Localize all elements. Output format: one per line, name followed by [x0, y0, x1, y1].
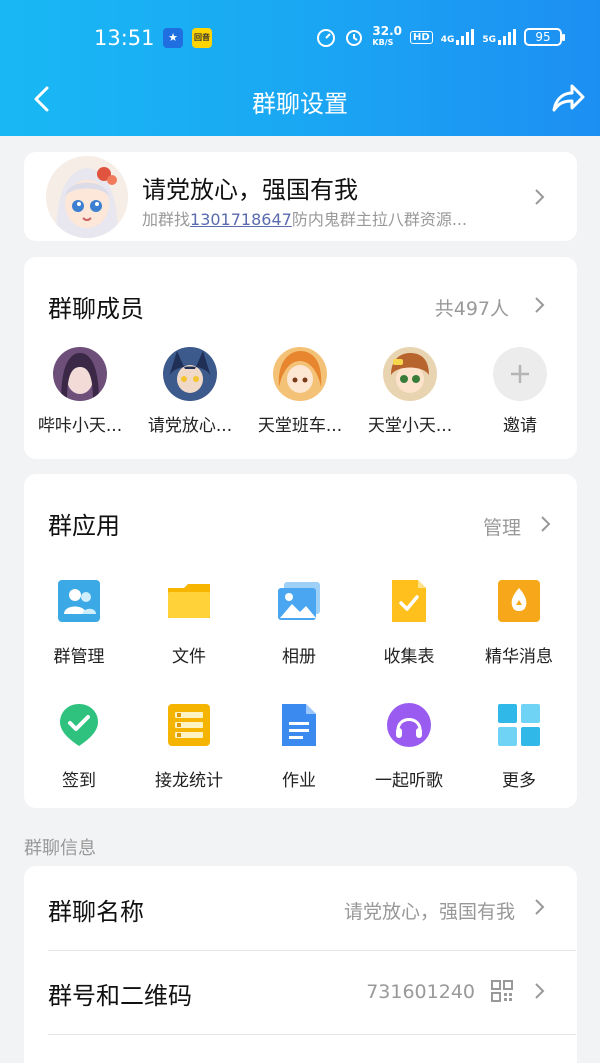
group-info-section-label: 群聊信息 — [24, 838, 96, 859]
app-album[interactable]: 相册 — [244, 578, 354, 667]
chevron-right-icon — [535, 983, 545, 999]
apps-manage-link[interactable]: 管理 — [483, 513, 521, 540]
app-label: 接龙统计 — [155, 771, 223, 791]
app-homework[interactable]: 作业 — [244, 702, 354, 791]
speedometer-icon — [317, 29, 336, 47]
status-time: 13:51 — [94, 26, 155, 50]
member-avatar — [273, 347, 327, 401]
status-indicators: 32.0 KB/S HD 4G 5G 95 — [316, 24, 565, 48]
row-divider — [48, 1034, 576, 1035]
member-item[interactable]: 请党放心... — [135, 347, 245, 436]
group-name: 请党放心，强国有我 — [142, 176, 358, 204]
app-label: 文件 — [172, 647, 206, 667]
group-id-value: 731601240 — [366, 981, 475, 1003]
app-listen-together[interactable]: 一起听歌 — [354, 702, 464, 791]
headphones-icon — [387, 703, 431, 747]
signal-4g: 4G — [441, 29, 475, 45]
group-id-qr-row[interactable]: 群号和二维码 731601240 — [24, 950, 577, 1034]
invite-member-button[interactable]: 邀请 — [465, 347, 575, 436]
member-item[interactable]: 天堂小天... — [355, 347, 465, 436]
app-collect-form[interactable]: 收集表 — [354, 578, 464, 667]
status-bar: 13:51 ★ 回音 32.0 KB/S HD 4G 5G 95 — [0, 22, 600, 56]
app-group-manage[interactable]: 群管理 — [24, 578, 134, 667]
app-solitaire[interactable]: 接龙统计 — [134, 702, 244, 791]
app-notification-icon-2: 回音 — [192, 28, 212, 48]
group-profile-card[interactable]: 请党放心，强国有我 加群找1301718647防内鬼群主拉八群资源... — [24, 152, 577, 241]
member-name: 天堂班车... — [257, 416, 343, 436]
qr-code-icon — [491, 980, 513, 1002]
chevron-right-icon — [535, 189, 545, 205]
album-icon — [278, 582, 320, 620]
header-bar: 13:51 ★ 回音 32.0 KB/S HD 4G 5G 95 群聊设置 — [0, 0, 600, 136]
group-name-label: 群聊名称 — [48, 898, 144, 926]
app-label: 群管理 — [53, 647, 105, 667]
group-id-label: 群号和二维码 — [48, 982, 192, 1010]
solitaire-icon — [168, 704, 210, 746]
app-more[interactable]: 更多 — [464, 702, 574, 791]
share-icon[interactable] — [550, 82, 586, 114]
app-files[interactable]: 文件 — [134, 578, 244, 667]
signal-bars-icon-2 — [498, 29, 516, 45]
folder-icon — [168, 584, 210, 618]
apps-title: 群应用 — [48, 512, 120, 540]
homework-icon — [282, 704, 316, 746]
alarm-icon — [346, 30, 363, 46]
app-label: 相册 — [282, 647, 316, 667]
app-notification-icon: ★ — [163, 28, 183, 48]
group-avatar[interactable] — [46, 156, 128, 238]
member-count[interactable]: 共497人 — [435, 294, 509, 321]
member-name: 哔咔小天... — [37, 416, 123, 436]
group-avatar-image — [46, 156, 128, 238]
group-name-value: 请党放心，强国有我 — [343, 901, 515, 923]
member-avatar — [53, 347, 107, 401]
add-member-icon — [493, 347, 547, 401]
member-avatar — [383, 347, 437, 401]
app-check-in[interactable]: 签到 — [24, 702, 134, 791]
member-item[interactable]: 天堂班车... — [245, 347, 355, 436]
group-description: 加群找1301718647防内鬼群主拉八群资源... — [142, 210, 468, 229]
app-label: 收集表 — [383, 647, 435, 667]
essence-icon — [498, 580, 540, 622]
member-name: 请党放心... — [147, 416, 233, 436]
app-label: 一起听歌 — [375, 771, 443, 791]
battery-indicator: 95 — [524, 28, 565, 46]
member-item[interactable]: 哔咔小天... — [25, 347, 135, 436]
page-title: 群聊设置 — [252, 90, 348, 118]
app-essence[interactable]: 精华消息 — [464, 578, 574, 667]
network-speed: 32.0 KB/S — [372, 24, 403, 47]
app-label: 更多 — [502, 771, 536, 791]
group-name-row[interactable]: 群聊名称 请党放心，强国有我 — [24, 866, 577, 950]
more-grid-icon — [498, 704, 540, 746]
signal-5g: 5G — [482, 29, 516, 45]
app-label: 签到 — [62, 771, 96, 791]
member-name: 天堂小天... — [367, 416, 453, 436]
group-members-card: 群聊成员 共497人 哔咔小天... 请党放心... 天堂班车... 天堂小天.… — [24, 257, 577, 459]
group-manage-icon — [58, 580, 100, 622]
members-title: 群聊成员 — [48, 295, 144, 323]
invite-label: 邀请 — [503, 416, 537, 436]
app-label: 作业 — [282, 771, 316, 791]
group-description-link[interactable]: 1301718647 — [190, 210, 292, 229]
collect-form-icon — [392, 580, 426, 622]
chevron-right-icon[interactable] — [533, 295, 547, 315]
chevron-right-icon[interactable] — [539, 514, 553, 534]
app-label: 精华消息 — [485, 647, 553, 667]
chevron-right-icon — [535, 899, 545, 915]
signal-bars-icon — [456, 29, 475, 45]
member-avatar — [163, 347, 217, 401]
group-apps-card: 群应用 管理 群管理 文件 相册 收集表 精华消息 签到 接龙统计 作业 一起听… — [24, 474, 577, 808]
hd-badge: HD — [410, 30, 433, 44]
group-info-card: 群聊名称 请党放心，强国有我 群号和二维码 731601240 — [24, 866, 577, 1063]
check-in-icon — [60, 704, 98, 746]
